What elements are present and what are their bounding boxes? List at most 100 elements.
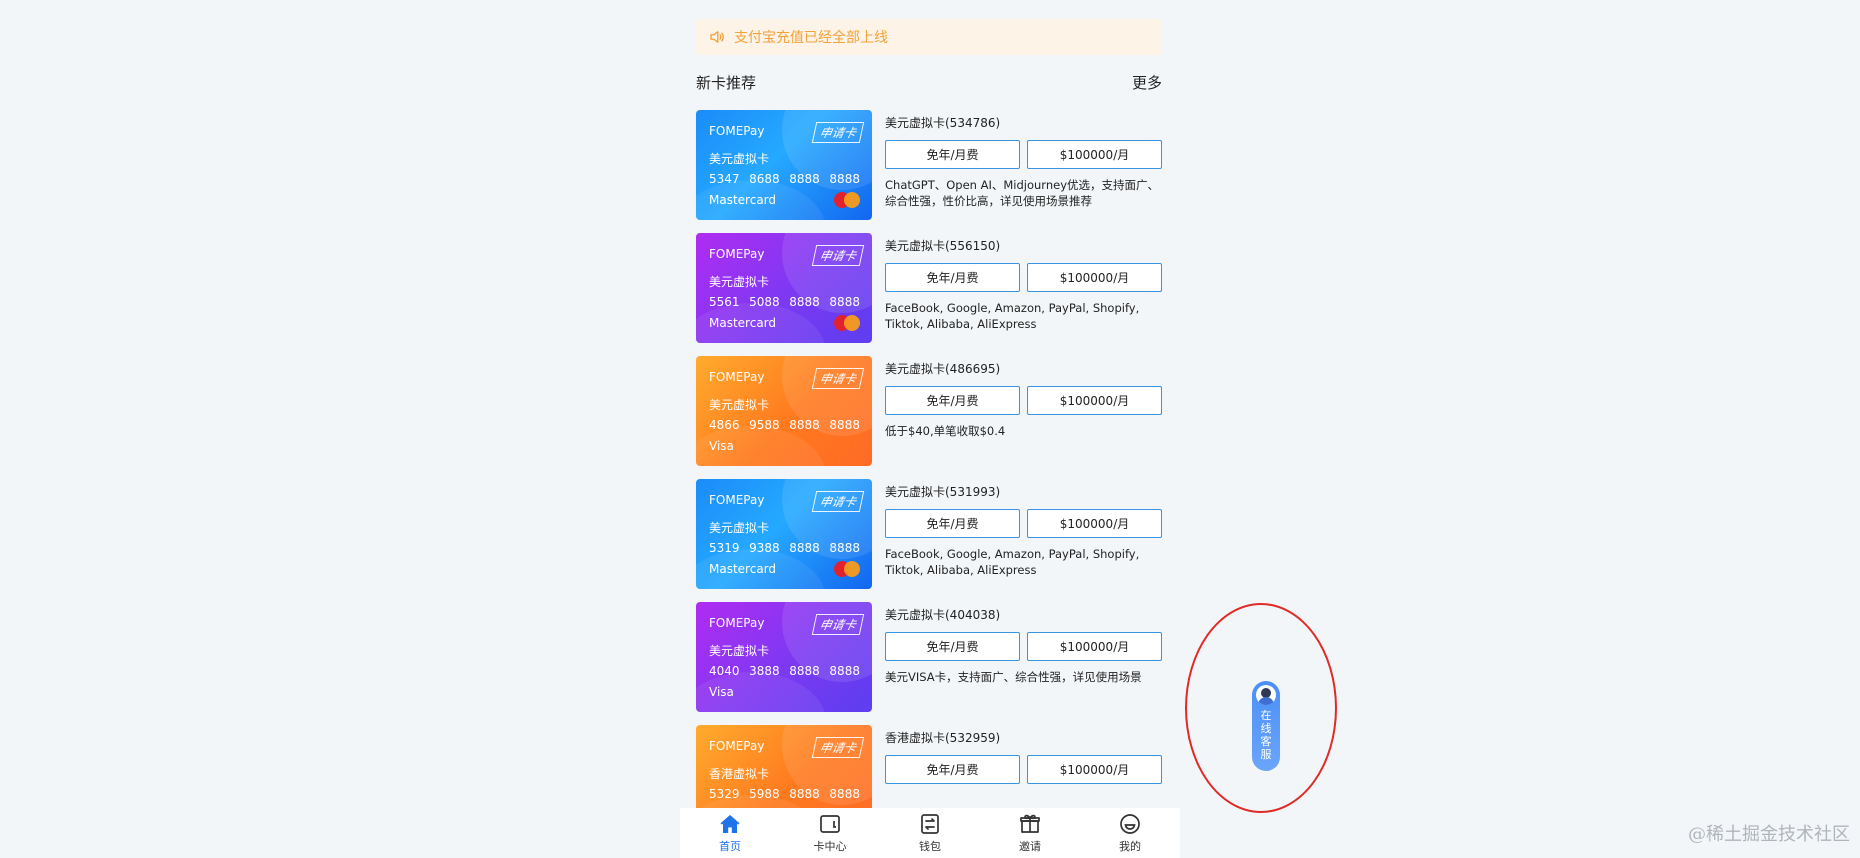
tab-wallet[interactable]: 钱包 <box>900 812 960 854</box>
section-title: 新卡推荐 <box>696 73 757 92</box>
smile-icon <box>1120 814 1140 834</box>
fee-button[interactable]: 免年/月费 <box>885 140 1020 169</box>
notice-bar[interactable]: 支付宝充值已经全部上线 <box>696 19 1162 55</box>
fee-button[interactable]: 免年/月费 <box>885 509 1020 538</box>
card-tags: 免年/月费 $100000/月 <box>885 140 1162 169</box>
virtual-card-image[interactable]: FOMEPay 申请卡 美元虚拟卡 4040 3888 8888 8888 Visa <box>696 602 872 712</box>
virtual-card-image[interactable]: FOMEPay 申请卡 美元虚拟卡 4866 9588 8888 8888 Visa <box>696 356 872 466</box>
card-name: 美元虚拟卡(534786) <box>885 116 1001 130</box>
card-list-item[interactable]: FOMEPay 申请卡 美元虚拟卡 5319 9388 8888 8888 Mastercar… <box>696 479 1162 590</box>
card-network: Mastercard <box>709 193 777 207</box>
wallet-card-icon <box>820 815 840 833</box>
app-page: 支付宝充值已经全部上线 新卡推荐 更多 FOMEPay 申请卡 美元虚拟卡 5347 8… <box>678 0 1182 858</box>
card-number-group: 3888 <box>749 664 780 678</box>
mastercard-logo-icon <box>834 192 860 208</box>
card-network: Mastercard <box>709 562 777 576</box>
card-network: Visa <box>709 685 734 699</box>
fee-button[interactable]: 免年/月费 <box>885 755 1020 784</box>
card-info: 美元虚拟卡(556150) 免年/月费 $100000/月 FaceBook, Goo… <box>885 233 1162 332</box>
fee-button[interactable]: 免年/月费 <box>885 386 1020 415</box>
limit-button[interactable]: $100000/月 <box>1027 140 1162 169</box>
apply-card-badge[interactable]: 申请卡 <box>811 368 865 389</box>
card-number-group: 8688 <box>749 172 780 186</box>
section-header: 新卡推荐 更多 <box>696 70 1162 94</box>
online-service-button[interactable]: 在线客服 <box>1252 681 1280 771</box>
card-tags: 免年/月费 $100000/月 <box>885 509 1162 538</box>
card-number-group: 8888 <box>789 664 820 678</box>
card-list-item[interactable]: FOMEPay 申请卡 美元虚拟卡 4040 3888 8888 8888 Visa 美元虚拟卡… <box>696 602 1162 713</box>
mastercard-logo-icon <box>834 561 860 577</box>
card-name: 美元虚拟卡(404038) <box>885 608 1001 622</box>
virtual-card-image[interactable]: FOMEPay 申请卡 美元虚拟卡 5319 9388 8888 8888 Mastercar… <box>696 479 872 589</box>
service-label: 在线客服 <box>1260 709 1272 761</box>
card-number-group: 4040 <box>709 664 740 678</box>
apply-card-badge[interactable]: 申请卡 <box>811 737 865 758</box>
limit-button[interactable]: $100000/月 <box>1027 509 1162 538</box>
card-number-group: 8888 <box>829 664 860 678</box>
card-number-group: 8888 <box>789 787 820 801</box>
card-number-group: 4866 <box>709 418 740 432</box>
limit-button[interactable]: $100000/月 <box>1027 755 1162 784</box>
card-number-group: 8888 <box>789 541 820 555</box>
card-brand: FOMEPay <box>709 493 765 507</box>
card-type: 香港虚拟卡 <box>709 767 770 781</box>
card-number-group: 9588 <box>749 418 780 432</box>
card-info: 美元虚拟卡(486695) 免年/月费 $100000/月 低于$40,单笔收取$0.… <box>885 356 1162 439</box>
card-tags: 免年/月费 $100000/月 <box>885 386 1162 415</box>
card-description: ChatGPT、Open AI、Midjourney优选，支持面广、综合性强，性… <box>885 178 1160 208</box>
card-number: 5347 8688 8888 8888 <box>709 172 860 186</box>
card-number-group: 8888 <box>829 541 860 555</box>
tab-mine[interactable]: 我的 <box>1100 812 1160 854</box>
apply-card-badge[interactable]: 申请卡 <box>811 491 865 512</box>
card-info: 美元虚拟卡(531993) 免年/月费 $100000/月 FaceBook, Goo… <box>885 479 1162 578</box>
fee-button[interactable]: 免年/月费 <box>885 632 1020 661</box>
tab-label: 我的 <box>1119 840 1141 853</box>
card-list-item[interactable]: FOMEPay 申请卡 美元虚拟卡 5561 5088 8888 8888 Mastercar… <box>696 233 1162 344</box>
fee-button[interactable]: 免年/月费 <box>885 263 1020 292</box>
card-brand: FOMEPay <box>709 124 765 138</box>
apply-card-badge[interactable]: 申请卡 <box>811 122 865 143</box>
card-name: 美元虚拟卡(531993) <box>885 485 1001 499</box>
limit-button[interactable]: $100000/月 <box>1027 632 1162 661</box>
card-number: 5329 5988 8888 8888 <box>709 787 860 801</box>
card-number-group: 5988 <box>749 787 780 801</box>
card-number-group: 5088 <box>749 295 780 309</box>
apply-card-badge[interactable]: 申请卡 <box>811 614 865 635</box>
card-info: 美元虚拟卡(534786) 免年/月费 $100000/月 ChatGPT、Open … <box>885 110 1162 209</box>
tab-label: 钱包 <box>919 840 941 853</box>
more-link[interactable]: 更多 <box>1132 72 1162 93</box>
card-brand: FOMEPay <box>709 739 765 753</box>
card-type: 美元虚拟卡 <box>709 398 770 412</box>
card-number-group: 5561 <box>709 295 740 309</box>
apply-card-badge[interactable]: 申请卡 <box>811 245 865 266</box>
card-brand: FOMEPay <box>709 247 765 261</box>
tab-card-center[interactable]: 卡中心 <box>800 812 860 854</box>
gift-icon <box>1020 814 1040 833</box>
card-network: Mastercard <box>709 316 777 330</box>
card-type: 美元虚拟卡 <box>709 275 770 289</box>
bottom-tab-bar: 首页 卡中心 钱包 邀请 我的 <box>680 808 1180 858</box>
card-number: 5319 9388 8888 8888 <box>709 541 860 555</box>
home-icon <box>720 815 740 833</box>
limit-button[interactable]: $100000/月 <box>1027 386 1162 415</box>
card-type: 美元虚拟卡 <box>709 644 770 658</box>
card-number: 4866 9588 8888 8888 <box>709 418 860 432</box>
card-brand: FOMEPay <box>709 370 765 384</box>
card-description: FaceBook, Google, Amazon, PayPal, Shopif… <box>885 301 1140 331</box>
card-number-group: 8888 <box>829 418 860 432</box>
card-number-group: 5329 <box>709 787 740 801</box>
mastercard-logo-icon <box>834 315 860 331</box>
virtual-card-image[interactable]: FOMEPay 申请卡 美元虚拟卡 5561 5088 8888 8888 Mastercar… <box>696 233 872 343</box>
card-list-item[interactable]: FOMEPay 申请卡 美元虚拟卡 4866 9588 8888 8888 Visa 美元虚拟卡… <box>696 356 1162 467</box>
tab-label: 卡中心 <box>813 840 847 853</box>
tab-invite[interactable]: 邀请 <box>1000 812 1060 854</box>
card-tags: 免年/月费 $100000/月 <box>885 755 1162 784</box>
card-number-group: 9388 <box>749 541 780 555</box>
limit-button[interactable]: $100000/月 <box>1027 263 1162 292</box>
tab-home[interactable]: 首页 <box>700 812 760 854</box>
card-name: 美元虚拟卡(556150) <box>885 239 1001 253</box>
card-list-item[interactable]: FOMEPay 申请卡 美元虚拟卡 5347 8688 8888 8888 Mastercar… <box>696 110 1162 221</box>
card-info: 美元虚拟卡(404038) 免年/月费 $100000/月 美元VISA卡，支持面广、… <box>885 602 1162 685</box>
virtual-card-image[interactable]: FOMEPay 申请卡 美元虚拟卡 5347 8688 8888 8888 Mastercar… <box>696 110 872 220</box>
card-name: 美元虚拟卡(486695) <box>885 362 1001 376</box>
